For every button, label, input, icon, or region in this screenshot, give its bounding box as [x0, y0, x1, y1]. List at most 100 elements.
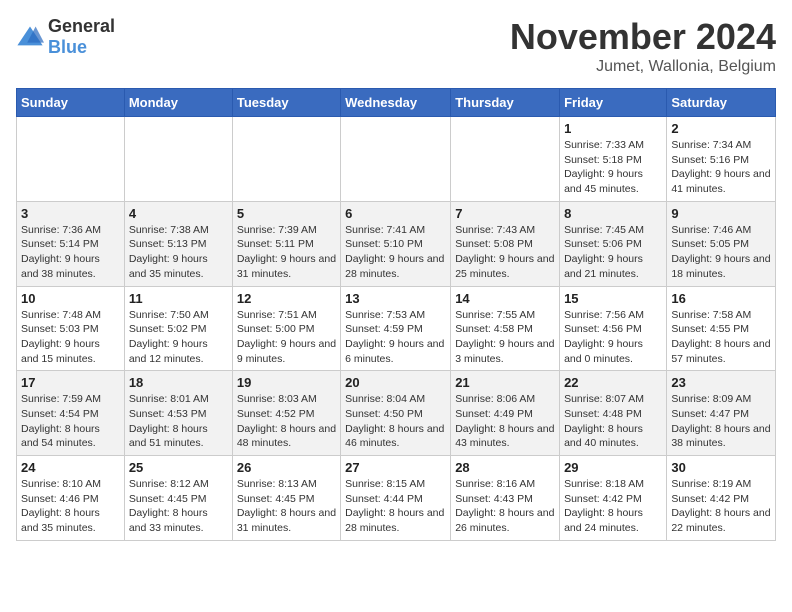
day-info: Sunrise: 7:48 AM Sunset: 5:03 PM Dayligh…: [21, 308, 120, 367]
day-number: 21: [455, 375, 555, 390]
calendar-cell: 27 Sunrise: 8:15 AM Sunset: 4:44 PM Dayli…: [341, 456, 451, 541]
calendar-cell: [17, 117, 125, 202]
day-info: Sunrise: 7:39 AM Sunset: 5:11 PM Dayligh…: [237, 223, 336, 282]
day-info: Sunrise: 7:41 AM Sunset: 5:10 PM Dayligh…: [345, 223, 446, 282]
day-info: Sunrise: 8:07 AM Sunset: 4:48 PM Dayligh…: [564, 392, 662, 451]
day-number: 10: [21, 291, 120, 306]
calendar-cell: 11 Sunrise: 7:50 AM Sunset: 5:02 PM Dayli…: [124, 286, 232, 371]
calendar-cell: 21 Sunrise: 8:06 AM Sunset: 4:49 PM Dayli…: [451, 371, 560, 456]
day-info: Sunrise: 7:46 AM Sunset: 5:05 PM Dayligh…: [671, 223, 771, 282]
calendar-cell: 12 Sunrise: 7:51 AM Sunset: 5:00 PM Dayli…: [232, 286, 340, 371]
page-header: General Blue November 2024 Jumet, Wallon…: [16, 16, 776, 76]
day-number: 25: [129, 460, 228, 475]
calendar-cell: 24Sunrise: 8:10 AM Sunset: 4:46 PM Dayli…: [17, 456, 125, 541]
day-number: 11: [129, 291, 228, 306]
location-title: Jumet, Wallonia, Belgium: [510, 58, 776, 76]
logo-general: General: [48, 16, 115, 36]
day-number: 28: [455, 460, 555, 475]
logo: General Blue: [16, 16, 115, 58]
day-number: 17: [21, 375, 120, 390]
calendar-cell: 9Sunrise: 7:46 AM Sunset: 5:05 PM Daylig…: [667, 201, 776, 286]
header-sunday: Sunday: [17, 89, 125, 117]
day-number: 23: [671, 375, 771, 390]
calendar-cell: 6Sunrise: 7:41 AM Sunset: 5:10 PM Daylig…: [341, 201, 451, 286]
calendar-cell: 18 Sunrise: 8:01 AM Sunset: 4:53 PM Dayli…: [124, 371, 232, 456]
day-number: 16: [671, 291, 771, 306]
logo-blue: Blue: [48, 37, 87, 57]
header-tuesday: Tuesday: [232, 89, 340, 117]
logo-icon: [16, 23, 44, 51]
title-area: November 2024 Jumet, Wallonia, Belgium: [510, 16, 776, 76]
day-number: 15: [564, 291, 662, 306]
calendar-cell: 20Sunrise: 8:04 AM Sunset: 4:50 PM Dayli…: [341, 371, 451, 456]
calendar-body: 1Sunrise: 7:33 AM Sunset: 5:18 PM Daylig…: [17, 117, 776, 541]
calendar-cell: [341, 117, 451, 202]
day-info: Sunrise: 8:18 AM Sunset: 4:42 PM Dayligh…: [564, 477, 662, 536]
day-number: 30: [671, 460, 771, 475]
calendar-cell: 30 Sunrise: 8:19 AM Sunset: 4:42 PM Dayli…: [667, 456, 776, 541]
calendar-cell: 3Sunrise: 7:36 AM Sunset: 5:14 PM Daylig…: [17, 201, 125, 286]
week-row-2: 10 Sunrise: 7:48 AM Sunset: 5:03 PM Dayli…: [17, 286, 776, 371]
day-info: Sunrise: 8:15 AM Sunset: 4:44 PM Dayligh…: [345, 477, 446, 536]
day-number: 26: [237, 460, 336, 475]
day-info: Sunrise: 8:12 AM Sunset: 4:45 PM Dayligh…: [129, 477, 228, 536]
calendar-cell: 14Sunrise: 7:55 AM Sunset: 4:58 PM Dayli…: [451, 286, 560, 371]
calendar-table: SundayMondayTuesdayWednesdayThursdayFrid…: [16, 88, 776, 541]
day-number: 18: [129, 375, 228, 390]
week-row-0: 1Sunrise: 7:33 AM Sunset: 5:18 PM Daylig…: [17, 117, 776, 202]
calendar-cell: 8 Sunrise: 7:45 AM Sunset: 5:06 PM Daylig…: [560, 201, 667, 286]
header-saturday: Saturday: [667, 89, 776, 117]
calendar-cell: 17 Sunrise: 7:59 AM Sunset: 4:54 PM Dayli…: [17, 371, 125, 456]
day-info: Sunrise: 7:45 AM Sunset: 5:06 PM Dayligh…: [564, 223, 662, 282]
week-row-4: 24Sunrise: 8:10 AM Sunset: 4:46 PM Dayli…: [17, 456, 776, 541]
calendar-cell: 4 Sunrise: 7:38 AM Sunset: 5:13 PM Daylig…: [124, 201, 232, 286]
calendar-cell: [124, 117, 232, 202]
day-info: Sunrise: 7:38 AM Sunset: 5:13 PM Dayligh…: [129, 223, 228, 282]
day-info: Sunrise: 8:13 AM Sunset: 4:45 PM Dayligh…: [237, 477, 336, 536]
day-info: Sunrise: 8:09 AM Sunset: 4:47 PM Dayligh…: [671, 392, 771, 451]
calendar-cell: 25 Sunrise: 8:12 AM Sunset: 4:45 PM Dayli…: [124, 456, 232, 541]
day-info: Sunrise: 8:01 AM Sunset: 4:53 PM Dayligh…: [129, 392, 228, 451]
day-number: 5: [237, 206, 336, 221]
calendar-cell: 23 Sunrise: 8:09 AM Sunset: 4:47 PM Dayli…: [667, 371, 776, 456]
day-info: Sunrise: 7:59 AM Sunset: 4:54 PM Dayligh…: [21, 392, 120, 451]
day-info: Sunrise: 7:51 AM Sunset: 5:00 PM Dayligh…: [237, 308, 336, 367]
day-number: 7: [455, 206, 555, 221]
day-number: 1: [564, 121, 662, 136]
day-number: 4: [129, 206, 228, 221]
day-info: Sunrise: 8:04 AM Sunset: 4:50 PM Dayligh…: [345, 392, 446, 451]
calendar-cell: [451, 117, 560, 202]
day-info: Sunrise: 8:06 AM Sunset: 4:49 PM Dayligh…: [455, 392, 555, 451]
month-title: November 2024: [510, 16, 776, 58]
day-number: 8: [564, 206, 662, 221]
day-number: 12: [237, 291, 336, 306]
day-info: Sunrise: 7:50 AM Sunset: 5:02 PM Dayligh…: [129, 308, 228, 367]
calendar-cell: 13Sunrise: 7:53 AM Sunset: 4:59 PM Dayli…: [341, 286, 451, 371]
calendar-cell: 29Sunrise: 8:18 AM Sunset: 4:42 PM Dayli…: [560, 456, 667, 541]
calendar-cell: 22 Sunrise: 8:07 AM Sunset: 4:48 PM Dayli…: [560, 371, 667, 456]
day-number: 22: [564, 375, 662, 390]
header-friday: Friday: [560, 89, 667, 117]
week-row-1: 3Sunrise: 7:36 AM Sunset: 5:14 PM Daylig…: [17, 201, 776, 286]
day-info: Sunrise: 7:36 AM Sunset: 5:14 PM Dayligh…: [21, 223, 120, 282]
day-number: 2: [671, 121, 771, 136]
day-number: 27: [345, 460, 446, 475]
day-info: Sunrise: 8:03 AM Sunset: 4:52 PM Dayligh…: [237, 392, 336, 451]
day-info: Sunrise: 8:19 AM Sunset: 4:42 PM Dayligh…: [671, 477, 771, 536]
calendar-cell: 15 Sunrise: 7:56 AM Sunset: 4:56 PM Dayli…: [560, 286, 667, 371]
calendar-cell: 26 Sunrise: 8:13 AM Sunset: 4:45 PM Dayli…: [232, 456, 340, 541]
calendar-cell: [232, 117, 340, 202]
day-info: Sunrise: 7:43 AM Sunset: 5:08 PM Dayligh…: [455, 223, 555, 282]
calendar-cell: 28 Sunrise: 8:16 AM Sunset: 4:43 PM Dayli…: [451, 456, 560, 541]
day-info: Sunrise: 8:16 AM Sunset: 4:43 PM Dayligh…: [455, 477, 555, 536]
day-info: Sunrise: 7:53 AM Sunset: 4:59 PM Dayligh…: [345, 308, 446, 367]
calendar-cell: 1Sunrise: 7:33 AM Sunset: 5:18 PM Daylig…: [560, 117, 667, 202]
calendar-cell: 5 Sunrise: 7:39 AM Sunset: 5:11 PM Daylig…: [232, 201, 340, 286]
day-info: Sunrise: 7:55 AM Sunset: 4:58 PM Dayligh…: [455, 308, 555, 367]
day-info: Sunrise: 7:34 AM Sunset: 5:16 PM Dayligh…: [671, 138, 771, 197]
day-info: Sunrise: 7:56 AM Sunset: 4:56 PM Dayligh…: [564, 308, 662, 367]
calendar-cell: 19Sunrise: 8:03 AM Sunset: 4:52 PM Dayli…: [232, 371, 340, 456]
day-number: 24: [21, 460, 120, 475]
calendar-cell: 7 Sunrise: 7:43 AM Sunset: 5:08 PM Daylig…: [451, 201, 560, 286]
calendar-header-row: SundayMondayTuesdayWednesdayThursdayFrid…: [17, 89, 776, 117]
